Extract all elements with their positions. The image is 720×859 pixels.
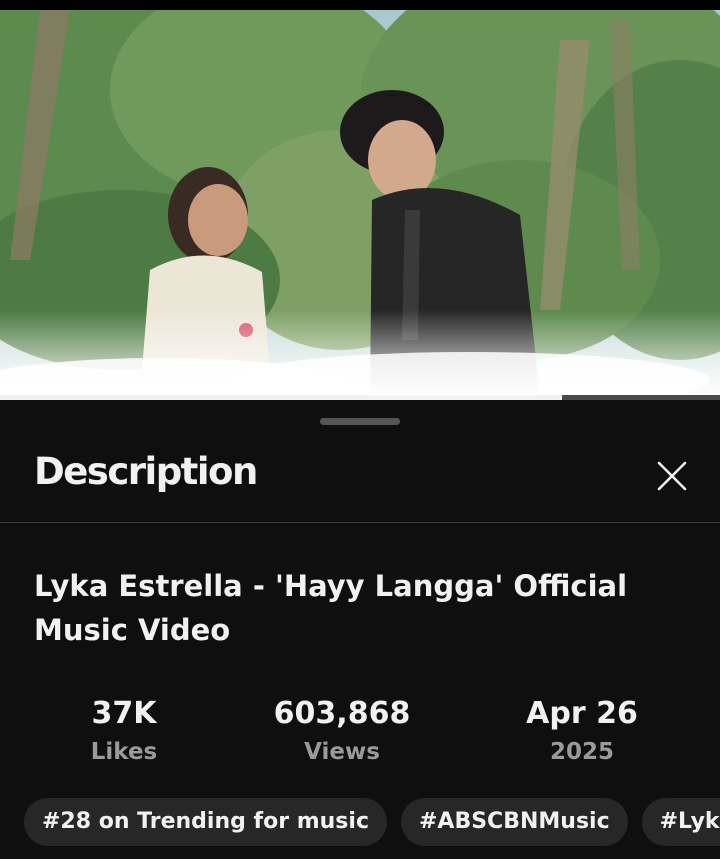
chip-trending[interactable]: #28 on Trending for music: [24, 798, 387, 846]
publish-year: 2025: [549, 739, 614, 765]
hashtag-chips: #28 on Trending for music #ABSCBNMusic #Ly…: [24, 798, 720, 846]
close-icon: [657, 461, 687, 491]
header-divider: [0, 522, 720, 523]
publish-date: Apr 26: [526, 696, 638, 731]
drag-handle[interactable]: [320, 418, 400, 425]
chip-lyka[interactable]: #Lyka: [641, 798, 720, 846]
close-button[interactable]: [648, 452, 696, 500]
likes-count: 37K: [91, 696, 157, 731]
sheet-header: Description: [0, 440, 720, 522]
description-sheet: Description Lyka Estrella - 'Hayy Langga…: [0, 400, 720, 859]
date-stat: Apr 26 2025: [510, 694, 654, 770]
likes-label: Likes: [90, 739, 158, 765]
video-title: Lyka Estrella - 'Hayy Langga' Official M…: [34, 569, 628, 647]
views-label: Views: [304, 739, 380, 765]
app-screen: Description Lyka Estrella - 'Hayy Langga…: [0, 0, 720, 859]
views-count: 603,868: [273, 696, 411, 731]
status-strip: [0, 0, 720, 10]
views-stat: 603,868 Views: [256, 694, 428, 770]
video-frame: [0, 10, 720, 395]
sheet-title: Description: [34, 450, 258, 493]
chip-abscbnmusic[interactable]: #ABSCBNMusic: [400, 798, 628, 846]
likes-stat: 37K Likes: [54, 694, 194, 770]
video-player[interactable]: [0, 10, 720, 395]
